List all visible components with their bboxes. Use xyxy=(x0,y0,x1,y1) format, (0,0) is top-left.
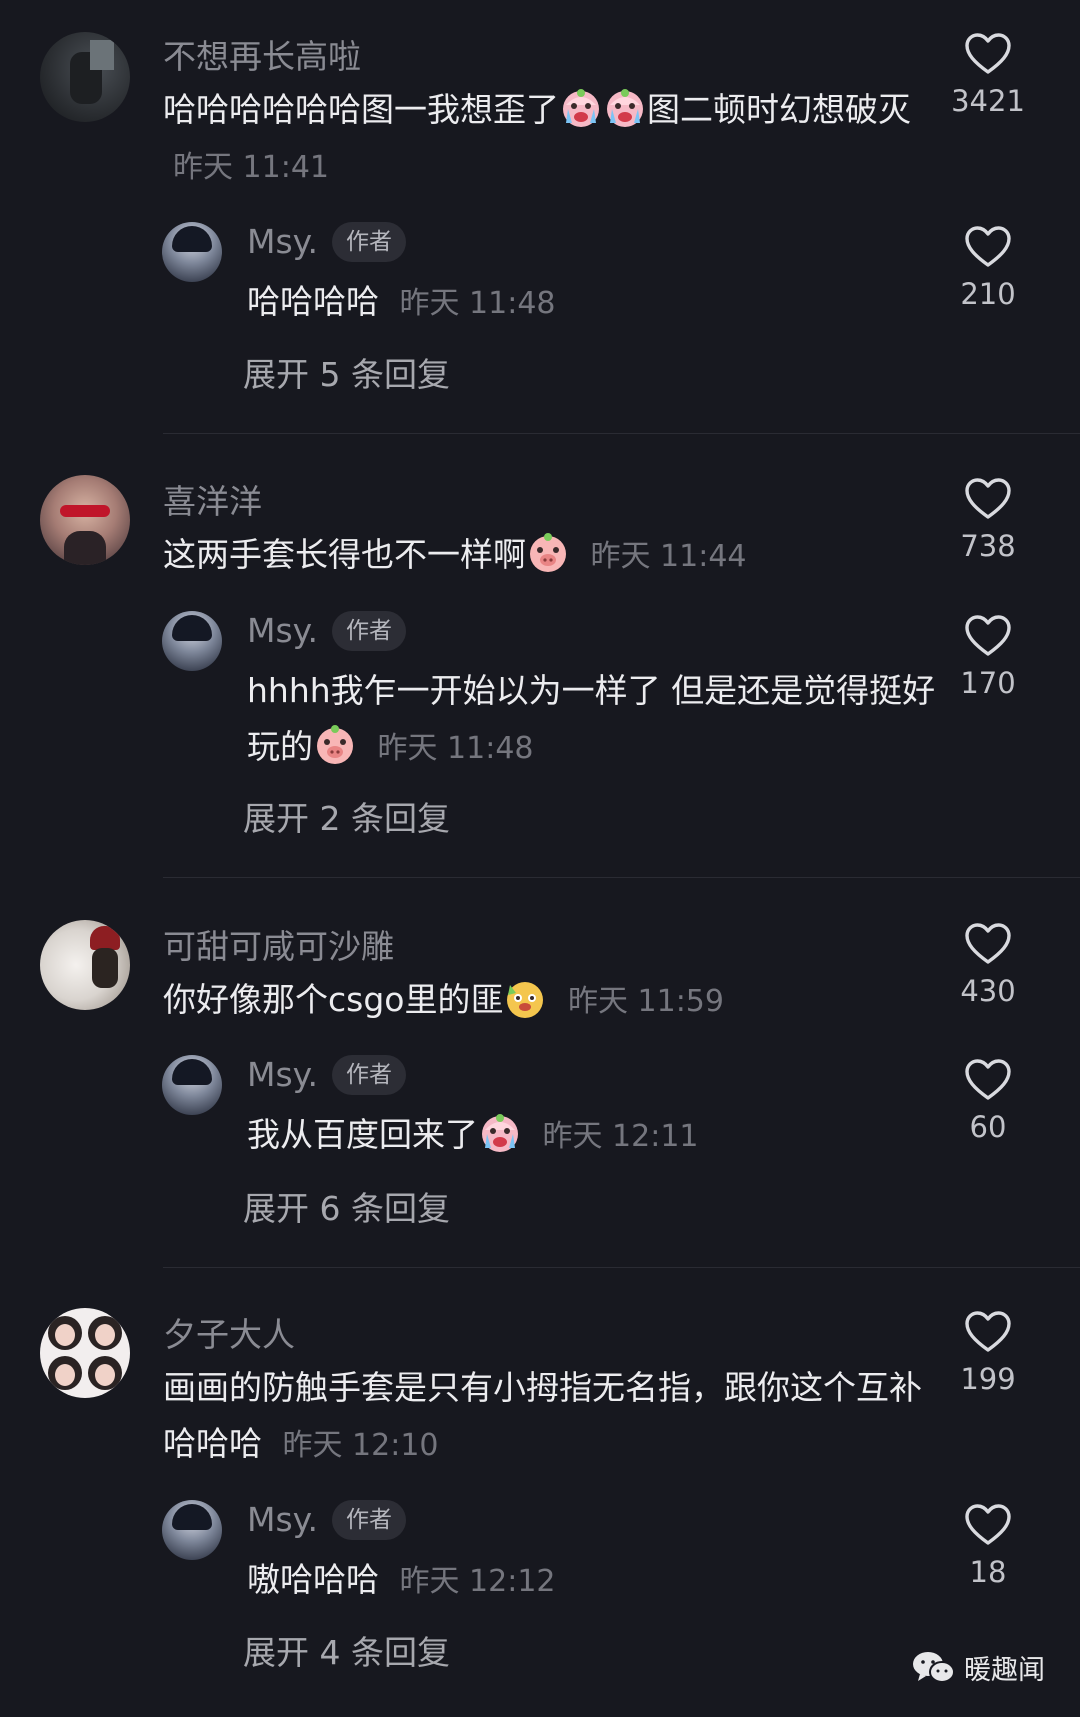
heart-outline-icon xyxy=(964,614,1012,658)
avatar[interactable] xyxy=(40,475,130,565)
avatar[interactable] xyxy=(162,222,222,282)
divider xyxy=(163,877,1080,878)
like-count: 60 xyxy=(969,1110,1007,1144)
avatar[interactable] xyxy=(162,611,222,671)
comment-time: 昨天 12:10 xyxy=(282,1428,439,1463)
avatar[interactable] xyxy=(40,1308,130,1398)
like-button[interactable]: 430 xyxy=(938,922,1038,1008)
reply-username-text: Msy. xyxy=(247,1055,318,1094)
comment-text-part: 画画的防触手套是只有小拇指无名指，跟你这个互补哈哈哈 xyxy=(163,1368,922,1463)
reply-username-text: Msy. xyxy=(247,1500,318,1539)
reply-username-text: Msy. xyxy=(247,222,318,261)
reply-text: 我从百度回来了 昨天 12:11 xyxy=(247,1107,947,1165)
like-count: 170 xyxy=(960,666,1016,700)
comment-text: 这两手套长得也不一样啊 昨天 11:44 xyxy=(163,527,948,585)
dog-face-emoji xyxy=(504,977,546,1019)
reply-text: 哈哈哈哈 昨天 11:48 xyxy=(247,274,947,332)
reply-text: 嗷哈哈哈 昨天 12:12 xyxy=(247,1552,947,1610)
watermark-text: 暖趣闻 xyxy=(964,1655,1045,1686)
heart-outline-icon xyxy=(964,225,1012,269)
pig-face-emoji xyxy=(314,724,356,766)
avatar[interactable] xyxy=(162,1055,222,1115)
heart-outline-icon xyxy=(964,1503,1012,1547)
expand-replies-link[interactable]: 展开 2 条回复 xyxy=(243,792,450,840)
author-badge: 作者 xyxy=(331,1055,406,1095)
avatar[interactable] xyxy=(40,920,130,1010)
comment-username[interactable]: 夕子大人 xyxy=(163,1308,295,1356)
reply-time: 昨天 11:48 xyxy=(377,731,534,766)
reply-time: 昨天 12:11 xyxy=(542,1119,699,1154)
reply-username[interactable]: Msy. 作者 xyxy=(247,611,406,651)
like-count: 210 xyxy=(960,277,1016,311)
comment-time: 昨天 11:41 xyxy=(173,150,329,185)
comment-text-part: 哈哈哈哈哈哈图一我想歪了 xyxy=(163,90,559,129)
crying-face-emoji xyxy=(604,87,646,129)
watermark: 暖趣闻 xyxy=(912,1648,1045,1687)
wechat-icon xyxy=(913,1651,955,1683)
reply-username[interactable]: Msy. 作者 xyxy=(247,1500,406,1540)
comment-text-part: 图二顿时幻想破灭 xyxy=(647,90,911,129)
comment-username[interactable]: 可甜可咸可沙雕 xyxy=(163,920,394,968)
heart-outline-icon xyxy=(964,1058,1012,1102)
heart-outline-icon xyxy=(964,922,1012,966)
heart-outline-icon xyxy=(964,477,1012,521)
comment-text-part: 你好像那个csgo里的匪 xyxy=(163,980,504,1019)
like-count: 430 xyxy=(960,974,1016,1008)
comment-text: 哈哈哈哈哈哈图一我想歪了 图二顿时幻想破灭 昨天 11:41 xyxy=(163,82,948,196)
comment-username[interactable]: 不想再长高啦 xyxy=(163,30,361,78)
reply-text-body: 嗷哈哈哈 xyxy=(247,1560,379,1599)
reply-text: hhhh我乍一开始以为一样了 但是还是觉得挺好玩的 昨天 11:48 xyxy=(247,663,947,777)
like-count: 199 xyxy=(960,1362,1016,1396)
reply-time: 昨天 11:48 xyxy=(399,286,556,321)
like-button[interactable]: 199 xyxy=(938,1310,1038,1396)
comment-text: 你好像那个csgo里的匪 昨天 11:59 xyxy=(163,972,948,1030)
reply-time: 昨天 12:12 xyxy=(399,1564,556,1599)
heart-outline-icon xyxy=(964,32,1012,76)
like-button[interactable]: 210 xyxy=(938,225,1038,311)
comment-text-part: 这两手套长得也不一样啊 xyxy=(163,535,526,574)
divider xyxy=(163,433,1080,434)
comment-text: 画画的防触手套是只有小拇指无名指，跟你这个互补哈哈哈 昨天 12:10 xyxy=(163,1360,923,1474)
like-button[interactable]: 60 xyxy=(938,1058,1038,1144)
author-badge: 作者 xyxy=(331,611,406,651)
avatar[interactable] xyxy=(162,1500,222,1560)
expand-replies-link[interactable]: 展开 4 条回复 xyxy=(243,1626,450,1674)
expand-replies-link[interactable]: 展开 6 条回复 xyxy=(243,1182,450,1230)
like-button[interactable]: 18 xyxy=(938,1503,1038,1589)
reply-username[interactable]: Msy. 作者 xyxy=(247,222,406,262)
reply-username-text: Msy. xyxy=(247,611,318,650)
comment-username[interactable]: 喜洋洋 xyxy=(163,475,262,523)
comment-time: 昨天 11:59 xyxy=(567,984,724,1019)
crying-face-emoji xyxy=(560,87,602,129)
author-badge: 作者 xyxy=(331,222,406,262)
like-count: 738 xyxy=(960,529,1016,563)
avatar[interactable] xyxy=(40,32,130,122)
pig-face-emoji xyxy=(527,532,569,574)
like-button[interactable]: 170 xyxy=(938,614,1038,700)
expand-replies-link[interactable]: 展开 5 条回复 xyxy=(243,348,450,396)
reply-text-body: 我从百度回来了 xyxy=(247,1115,478,1154)
like-button[interactable]: 3421 xyxy=(938,32,1038,118)
reply-text-body: 哈哈哈哈 xyxy=(247,282,379,321)
crying-face-emoji xyxy=(479,1112,521,1154)
like-button[interactable]: 738 xyxy=(938,477,1038,563)
like-count: 18 xyxy=(969,1555,1007,1589)
divider xyxy=(163,1267,1080,1268)
author-badge: 作者 xyxy=(331,1500,406,1540)
like-count: 3421 xyxy=(951,84,1025,118)
heart-outline-icon xyxy=(964,1310,1012,1354)
reply-username[interactable]: Msy. 作者 xyxy=(247,1055,406,1095)
comment-time: 昨天 11:44 xyxy=(590,539,747,574)
